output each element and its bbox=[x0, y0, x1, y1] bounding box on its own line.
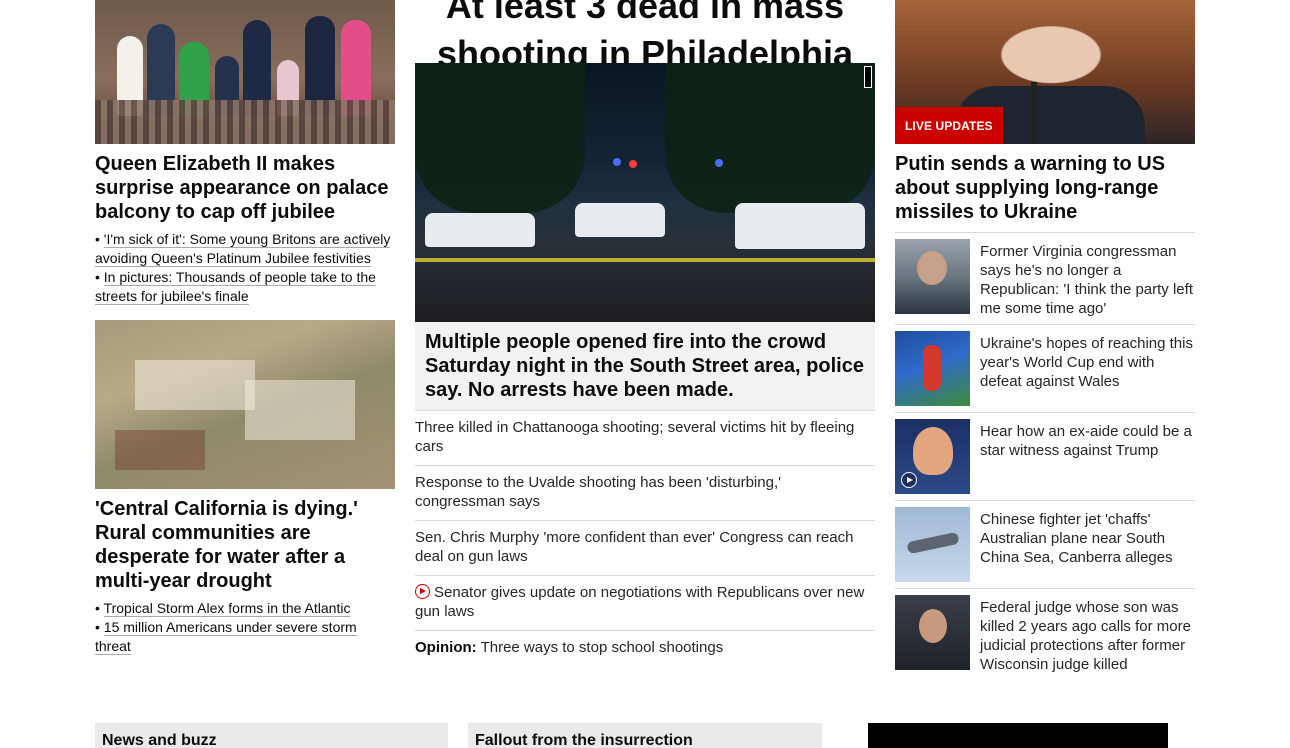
story-thumbnail bbox=[895, 419, 970, 494]
police-car bbox=[425, 213, 535, 247]
headline-queen-balcony[interactable]: Queen Elizabeth II makes surprise appear… bbox=[95, 152, 395, 224]
side-story-text: Former Virginia congressman says he's no… bbox=[980, 243, 1193, 317]
related-links-queen: • 'I'm sick of it': Some young Britons a… bbox=[95, 230, 395, 306]
related-headlines: Three killed in Chattanooga shooting; se… bbox=[415, 418, 875, 666]
ad-slot[interactable] bbox=[868, 723, 1168, 748]
royal-balcony-image[interactable] bbox=[95, 0, 395, 144]
police-car bbox=[575, 203, 665, 237]
police-car bbox=[735, 203, 865, 249]
story-thumbnail bbox=[895, 331, 970, 406]
related-link[interactable]: • 15 million Americans under severe stor… bbox=[95, 618, 395, 656]
section-header-news-buzz: News and buzz bbox=[95, 723, 448, 748]
side-story[interactable]: Former Virginia congressman says he's no… bbox=[895, 233, 1195, 325]
side-story-text: Chinese fighter jet 'chaffs' Australian … bbox=[980, 511, 1173, 566]
caption-badge-icon bbox=[864, 66, 872, 88]
town-block bbox=[115, 430, 205, 470]
list-item[interactable]: Three killed in Chattanooga shooting; se… bbox=[415, 418, 875, 466]
list-item[interactable]: Sen. Chris Murphy 'more confident than e… bbox=[415, 528, 875, 576]
list-item[interactable]: Response to the Uvalde shooting has been… bbox=[415, 473, 875, 521]
drought-aerial-image[interactable] bbox=[95, 320, 395, 489]
side-story-text: Federal judge whose son was killed 2 yea… bbox=[980, 599, 1191, 673]
story-thumbnail bbox=[895, 239, 970, 314]
related-link[interactable]: • In pictures: Thousands of people take … bbox=[95, 268, 395, 306]
police-light bbox=[613, 158, 621, 166]
side-story-video[interactable]: Hear how an ex-aide could be a star witn… bbox=[895, 413, 1195, 501]
police-light bbox=[715, 159, 723, 167]
live-updates-badge: LIVE UPDATES bbox=[895, 107, 1003, 144]
putin-image[interactable]: LIVE UPDATES bbox=[895, 0, 1195, 144]
headline-central-california[interactable]: 'Central California is dying.' Rural com… bbox=[95, 497, 395, 593]
crime-scene-tape bbox=[415, 258, 875, 262]
balcony-railing bbox=[95, 100, 395, 144]
play-icon bbox=[415, 584, 430, 599]
list-item-opinion[interactable]: Opinion: Three ways to stop school shoot… bbox=[415, 638, 875, 666]
police-light bbox=[629, 160, 637, 168]
story-thumbnail bbox=[895, 507, 970, 582]
feature-caption[interactable]: Multiple people opened fire into the cro… bbox=[415, 322, 875, 411]
section-header-insurrection: Fallout from the insurrection bbox=[468, 723, 822, 748]
center-column: At least 3 dead in mass shooting in Phil… bbox=[415, 0, 875, 673]
side-story-text: Hear how an ex-aide could be a star witn… bbox=[980, 423, 1192, 459]
play-icon bbox=[901, 472, 917, 488]
list-item-video[interactable]: Senator gives update on negotiations wit… bbox=[415, 583, 875, 631]
tree-shape bbox=[415, 63, 585, 213]
related-link[interactable]: • 'I'm sick of it': Some young Britons a… bbox=[95, 230, 395, 268]
town-block bbox=[245, 380, 355, 440]
microphone-shape bbox=[1031, 82, 1037, 144]
related-link[interactable]: • Tropical Storm Alex forms in the Atlan… bbox=[95, 599, 395, 618]
story-thumbnail bbox=[895, 595, 970, 670]
side-stories: Former Virginia congressman says he's no… bbox=[895, 232, 1195, 680]
town-block bbox=[135, 360, 255, 410]
side-story[interactable]: Chinese fighter jet 'chaffs' Australian … bbox=[895, 501, 1195, 589]
side-story[interactable]: Ukraine's hopes of reaching this year's … bbox=[895, 325, 1195, 413]
related-links-drought: • Tropical Storm Alex forms in the Atlan… bbox=[95, 599, 395, 656]
feature-video[interactable] bbox=[415, 63, 875, 322]
opinion-label: Opinion: bbox=[415, 639, 477, 656]
tree-shape bbox=[665, 63, 875, 213]
side-story[interactable]: Federal judge whose son was killed 2 yea… bbox=[895, 589, 1195, 680]
side-story-text: Ukraine's hopes of reaching this year's … bbox=[980, 335, 1193, 390]
left-column: Queen Elizabeth II makes surprise appear… bbox=[95, 0, 395, 656]
headline-putin-warning[interactable]: Putin sends a warning to US about supply… bbox=[895, 152, 1195, 224]
right-column: LIVE UPDATES Putin sends a warning to US… bbox=[895, 0, 1195, 680]
